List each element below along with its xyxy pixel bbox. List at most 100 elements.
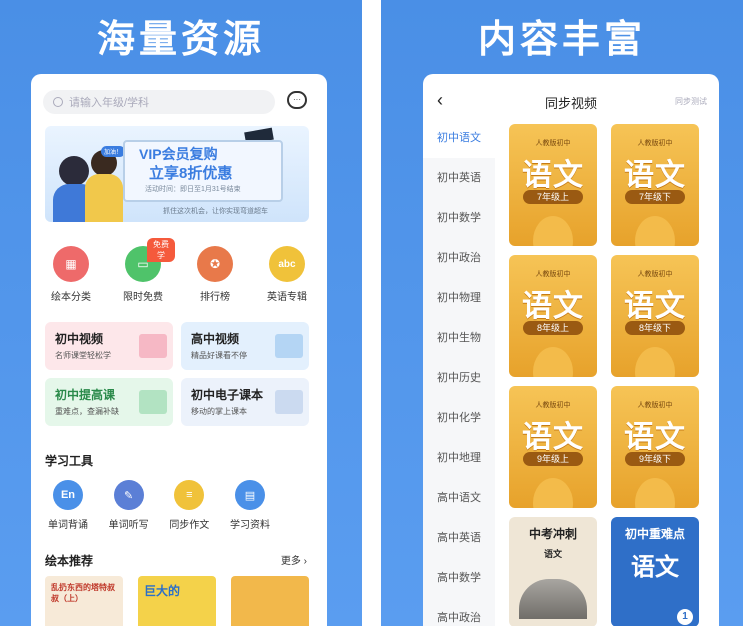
card-junior-video[interactable]: 初中视频 名师课堂轻松学 — [45, 322, 173, 370]
cover-publisher: 人教版初中 — [637, 140, 673, 147]
message-icon[interactable]: ··· — [287, 91, 307, 109]
panel-divider — [362, 0, 381, 626]
promo-banner[interactable]: 加油！ VIP会员复购 立享8折优惠 活动时间：即日至1月31号结束 抓住这次机… — [45, 126, 309, 222]
ink-mountain-illustration — [519, 579, 587, 619]
cover-grade: 7年级上 — [523, 190, 583, 204]
sync-test-link[interactable]: 同步测试 — [675, 96, 707, 107]
cover-decoration — [533, 216, 573, 246]
cover-publisher: 人教版初中 — [535, 271, 571, 278]
cover-subject: 语文 — [543, 549, 562, 559]
category-english[interactable]: abc 英语专辑 — [255, 246, 319, 303]
cover-publisher: 人教版初中 — [535, 140, 571, 147]
cover-subject: 语文 — [522, 421, 584, 454]
book-cover[interactable]: 巨大的 — [138, 576, 216, 626]
student-body — [85, 174, 123, 222]
subject-tab[interactable]: 初中物理 — [423, 278, 495, 318]
cover-grade: 8年级下 — [625, 321, 685, 335]
subject-tab[interactable]: 高中政治 — [423, 598, 495, 626]
subject-tab[interactable]: 初中化学 — [423, 398, 495, 438]
free-badge: 免费学 — [147, 238, 175, 262]
home-screen: 请输入年级/学科 ··· 加油！ VIP会员复购 立享8折优惠 活动时间：即日至… — [31, 74, 327, 626]
tool-dictation[interactable]: ✎ 单词听写 — [100, 480, 158, 531]
search-icon — [53, 97, 63, 107]
hero-title-left: 海量资源 — [96, 17, 265, 61]
cover-decoration — [635, 347, 675, 377]
book-cover[interactable]: 乱扔东西的塔特叔叔（上） — [45, 576, 123, 626]
tools-row: En 单词背诵 ✎ 单词听写 ≡ 同步作文 ▤ 学习资料 — [39, 480, 279, 531]
book-list: 乱扔东西的塔特叔叔（上） 巨大的 — [45, 576, 309, 626]
cover-grade: 8年级上 — [523, 321, 583, 335]
cover-grade: 9年级下 — [625, 452, 685, 466]
subject-tab[interactable]: 初中政治 — [423, 238, 495, 278]
subject-tab[interactable]: 初中生物 — [423, 318, 495, 358]
volume-badge: 1 — [677, 609, 693, 625]
tool-label: 学习资料 — [229, 520, 270, 531]
book-icon — [275, 334, 303, 358]
cover-subject: 语文 — [624, 290, 686, 323]
search-placeholder: 请输入年级/学科 — [69, 97, 150, 109]
cap-icon — [139, 390, 167, 414]
cover-decoration — [533, 478, 573, 508]
right-promo-panel: 内容丰富 ‹ 同步视频 同步测试 初中语文 初中英语 初中数学 初中政治 初中物理 初中生… — [381, 0, 743, 626]
hero-title-right: 内容丰富 — [477, 17, 646, 61]
tool-label: 单词背诵 — [48, 520, 88, 531]
student-illustration — [59, 156, 89, 186]
category-row: ▦ 绘本分类 ▭ 免费学 限时免费 ✪ 排行榜 abc 英语专辑 — [39, 238, 319, 303]
book-cover[interactable] — [231, 576, 309, 626]
textbook-cover[interactable]: 人教版初中 语文 8年级下 — [611, 255, 699, 377]
subject-sidebar: 初中语文 初中英语 初中数学 初中政治 初中物理 初中生物 初中历史 初中化学 初中地理 高中语文… — [423, 118, 495, 626]
tool-materials[interactable]: ▤ 学习资料 — [221, 480, 279, 531]
banner-headline: VIP会员复购 — [139, 146, 218, 162]
scroll-icon — [275, 390, 303, 414]
cover-subject: 语文 — [522, 290, 584, 323]
card-senior-video[interactable]: 高中视频 精品好课看不停 — [181, 322, 309, 370]
category-picture-books[interactable]: ▦ 绘本分类 — [39, 246, 103, 303]
card-e-textbook[interactable]: 初中电子课本 移动的掌上课本 — [181, 378, 309, 426]
subject-tab[interactable]: 初中语文 — [423, 118, 495, 158]
document-icon: ≡ — [174, 480, 205, 510]
search-input[interactable]: 请输入年级/学科 — [43, 90, 275, 114]
pen-icon: ✎ — [113, 480, 144, 510]
textbook-cover[interactable]: 人教版初中 语文 9年级上 — [509, 386, 597, 508]
cover-title: 中考冲刺 — [528, 527, 577, 541]
textbook-cover[interactable]: 人教版初中 语文 7年级下 — [611, 124, 699, 246]
category-label: 绘本分类 — [51, 292, 91, 303]
cover-decoration — [635, 216, 675, 246]
card-advanced-course[interactable]: 初中提高课 重难点，查漏补缺 — [45, 378, 173, 426]
subject-tab[interactable]: 高中英语 — [423, 518, 495, 558]
subject-tab[interactable]: 高中语文 — [423, 478, 495, 518]
notebook-icon: ▤ — [234, 480, 265, 510]
subject-tab[interactable]: 高中数学 — [423, 558, 495, 598]
cover-subject: 语文 — [624, 421, 686, 454]
medal-icon: ✪ — [197, 246, 233, 282]
category-free[interactable]: ▭ 免费学 限时免费 — [111, 238, 175, 303]
abc-icon: abc — [269, 246, 305, 282]
tool-composition[interactable]: ≡ 同步作文 — [160, 480, 218, 531]
textbook-cover[interactable]: 中考冲刺 语文 — [509, 517, 597, 626]
banner-slogan: 抓住这次机会，让你实现弯道超车 — [163, 208, 268, 215]
subject-tab[interactable]: 初中历史 — [423, 358, 495, 398]
tool-label: 同步作文 — [169, 520, 210, 531]
banner-offer: 立享8折优惠 — [149, 165, 233, 182]
board-icon — [139, 334, 167, 358]
textbook-cover[interactable]: 初中重难点 语文 1 — [611, 517, 699, 626]
textbook-cover[interactable]: 人教版初中 语文 7年级上 — [509, 124, 597, 246]
cover-title: 初中重难点 — [624, 527, 685, 541]
category-ranking[interactable]: ✪ 排行榜 — [183, 246, 247, 303]
sync-video-screen: ‹ 同步视频 同步测试 初中语文 初中英语 初中数学 初中政治 初中物理 初中生物 初中历史… — [423, 74, 719, 626]
banner-date: 活动时间：即日至1月31号结束 — [145, 186, 241, 193]
category-label: 限时免费 — [123, 292, 163, 303]
subject-tab[interactable]: 初中地理 — [423, 438, 495, 478]
subject-tab[interactable]: 初中英语 — [423, 158, 495, 198]
books-section-title: 绘本推荐 — [45, 554, 94, 568]
tool-word-memorize[interactable]: En 单词背诵 — [39, 480, 97, 531]
cover-subject: 语文 — [624, 159, 686, 192]
en-icon: En — [53, 480, 83, 510]
textbook-cover[interactable]: 人教版初中 语文 9年级下 — [611, 386, 699, 508]
subject-tab[interactable]: 初中数学 — [423, 198, 495, 238]
nav-bar: ‹ 同步视频 同步测试 — [423, 84, 719, 114]
category-label: 排行榜 — [200, 292, 230, 303]
textbook-cover[interactable]: 人教版初中语文 8年级上 — [509, 255, 597, 377]
left-promo-panel: 海量资源 请输入年级/学科 ··· 加油！ VIP会员复购 立享8折优惠 活动时… — [0, 0, 362, 626]
more-link[interactable]: 更多 › — [281, 552, 307, 567]
